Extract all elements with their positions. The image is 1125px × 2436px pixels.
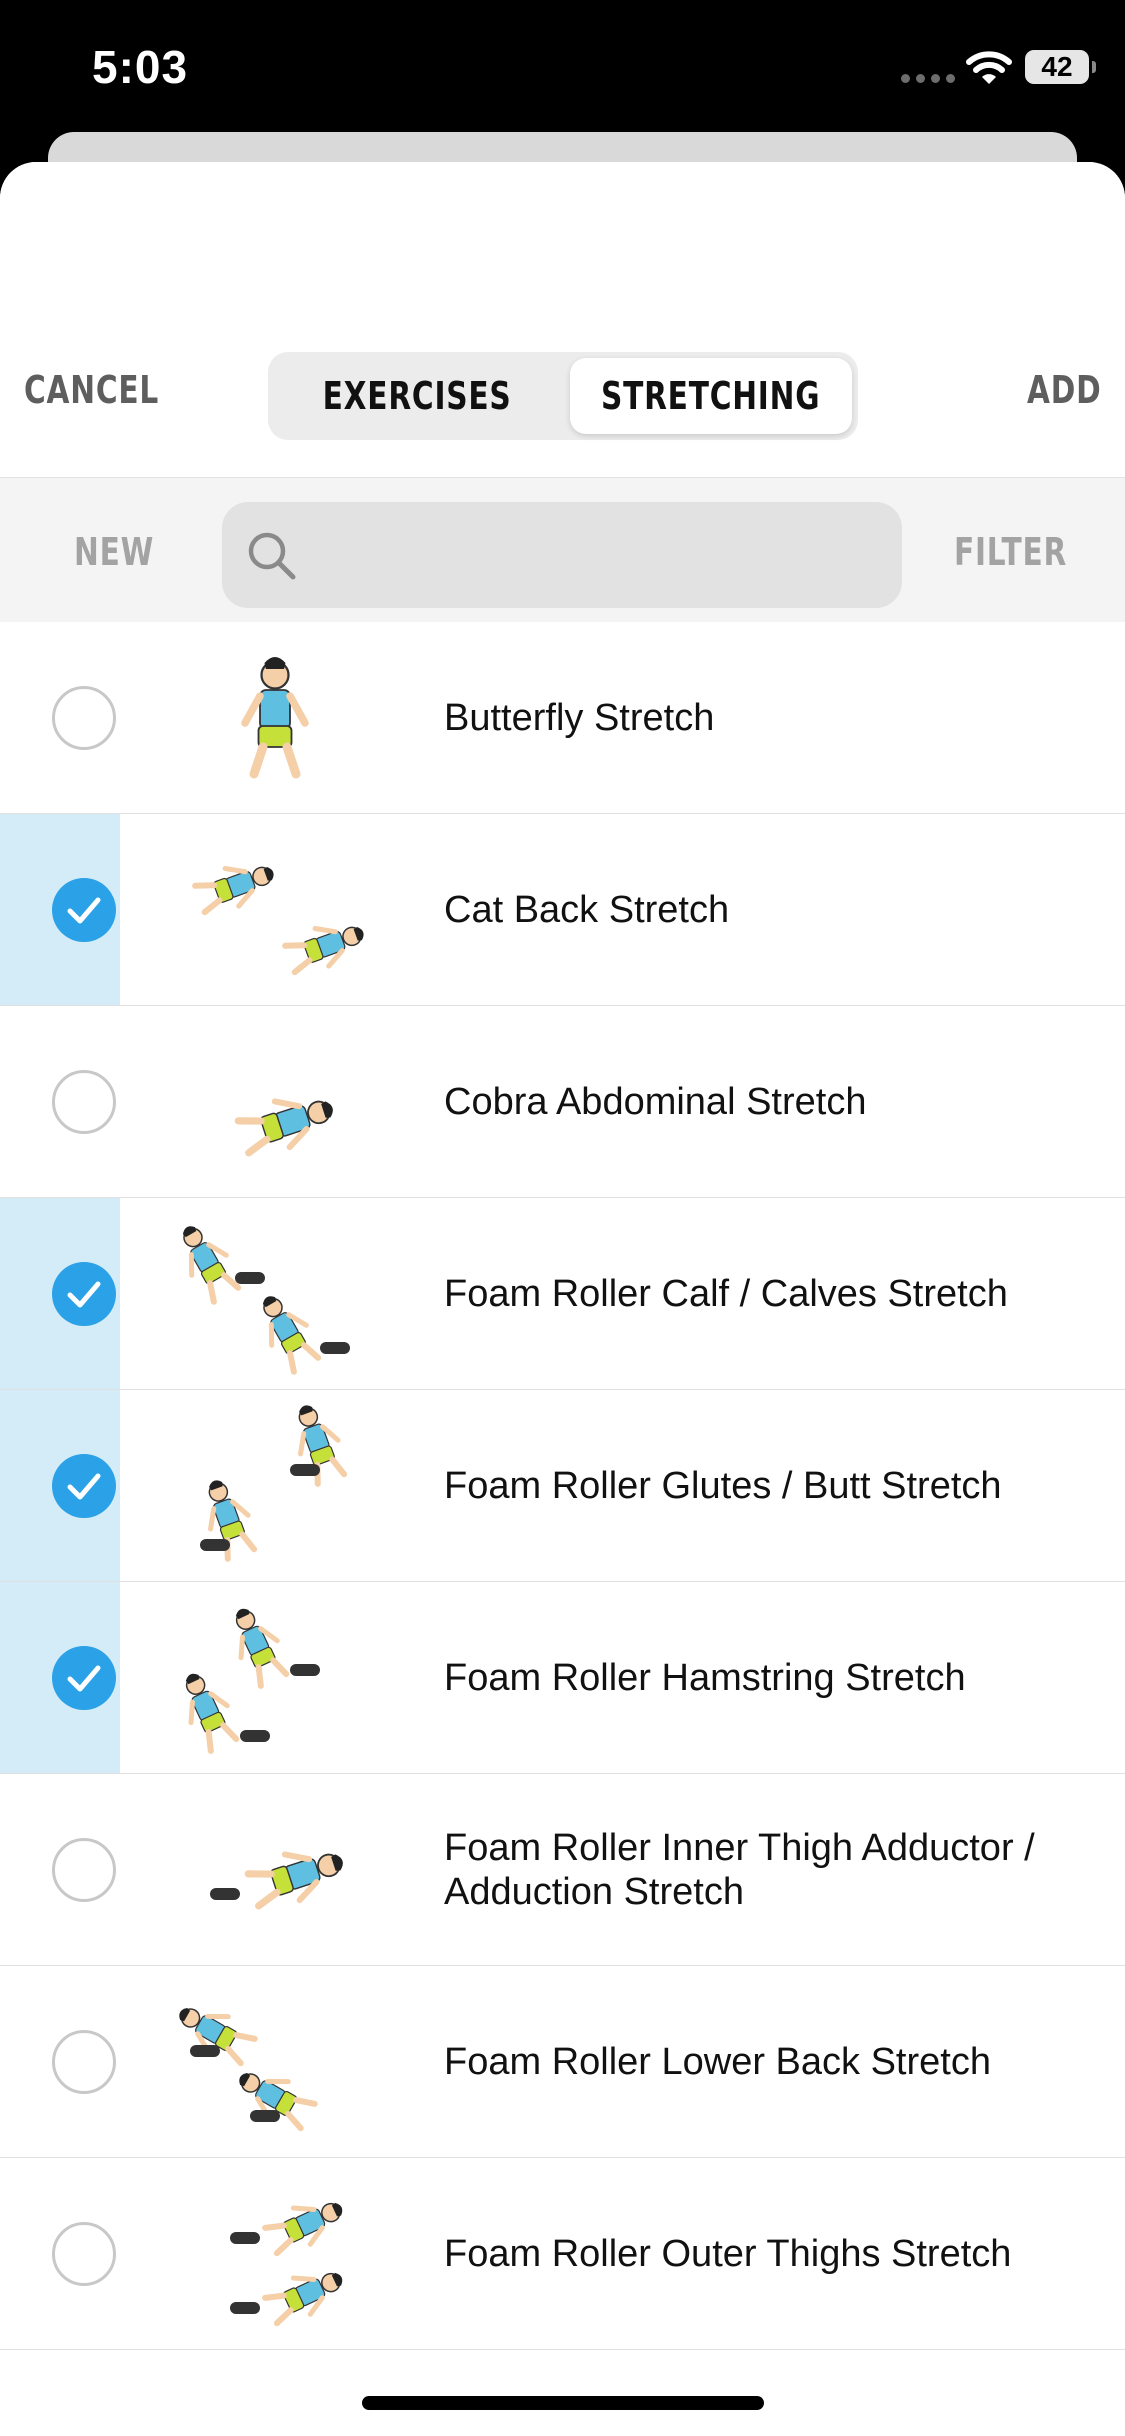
exercise-picker-sheet: CANCEL EXERCISES STRETCHING ADD NEW FILT…	[0, 162, 1125, 2436]
search-field[interactable]	[222, 502, 902, 608]
status-icons: 42	[865, 48, 1125, 92]
exercise-name: Foam Roller Inner Thigh Adductor / Adduc…	[444, 1827, 1035, 1913]
exercise-illustration	[210, 1851, 343, 1910]
exercise-illustration	[192, 866, 364, 976]
list-item[interactable]: Foam Roller Calf / Calves Stretch	[0, 1198, 1125, 1390]
add-button[interactable]: ADD	[1027, 368, 1101, 412]
checkbox-checked[interactable]	[52, 1262, 116, 1326]
list-item[interactable]: Foam Roller Glutes / Butt Stretch	[0, 1390, 1125, 1582]
status-time: 5:03	[92, 41, 189, 93]
list-item[interactable]: Foam Roller Outer Thighs Stretch	[0, 2158, 1125, 2350]
checkbox-unchecked[interactable]	[52, 2030, 116, 2094]
exercise-illustration	[179, 2007, 318, 2132]
status-bar: 5:03 42	[0, 0, 1125, 140]
exercise-name: Butterfly Stretch	[444, 697, 715, 739]
exercise-name: Foam Roller Outer Thighs Stretch	[444, 2233, 1012, 2275]
exercise-illustration	[230, 2202, 343, 2327]
sheet-header: CANCEL EXERCISES STRETCHING ADD	[0, 162, 1125, 478]
checkmark-icon	[67, 897, 101, 924]
checkbox-unchecked[interactable]	[52, 2222, 116, 2286]
exercise-name: Foam Roller Lower Back Stretch	[444, 2041, 991, 2083]
list-item[interactable]: Foam Roller Hamstring Stretch	[0, 1582, 1125, 1774]
list-item[interactable]: Foam Roller Inner Thigh Adductor / Adduc…	[0, 1774, 1125, 1966]
tab-stretching[interactable]: STRETCHING	[570, 358, 852, 434]
segmented-control: EXERCISES STRETCHING	[268, 352, 858, 440]
exercise-name: Foam Roller Hamstring Stretch	[444, 1657, 966, 1699]
exercise-name: Foam Roller Calf / Calves Stretch	[444, 1273, 1008, 1315]
checkbox-unchecked[interactable]	[52, 1070, 116, 1134]
exercise-illustration	[185, 1608, 320, 1754]
exercise-name: Foam Roller Glutes / Butt Stretch	[444, 1465, 1002, 1507]
list-item[interactable]: Butterfly Stretch	[0, 622, 1125, 814]
new-button[interactable]: NEW	[74, 530, 154, 574]
wifi-icon	[966, 51, 1012, 84]
exercise-name: Cat Back Stretch	[444, 889, 730, 931]
search-bar: NEW FILTER	[0, 478, 1125, 622]
stretch-list: Butterfly Stretch Cat Back Stretch Cobra A…	[0, 622, 1125, 2350]
exercise-illustration	[234, 1098, 333, 1157]
filter-button[interactable]: FILTER	[954, 530, 1067, 574]
checkbox-checked[interactable]	[52, 1646, 116, 1710]
list-item[interactable]: Cobra Abdominal Stretch	[0, 1006, 1125, 1198]
cancel-button[interactable]: CANCEL	[24, 368, 159, 412]
tab-exercises[interactable]: EXERCISES	[274, 358, 560, 434]
checkbox-checked[interactable]	[52, 1454, 116, 1518]
checkbox-unchecked[interactable]	[52, 1838, 116, 1902]
list-item[interactable]: Cat Back Stretch	[0, 814, 1125, 1006]
list-item[interactable]: Foam Roller Lower Back Stretch	[0, 1966, 1125, 2158]
exercise-illustration	[182, 1226, 350, 1375]
search-icon	[248, 532, 296, 580]
signal-icon	[901, 74, 957, 84]
checkmark-icon	[67, 1665, 101, 1692]
checkmark-icon	[67, 1473, 101, 1500]
checkbox-checked[interactable]	[52, 878, 116, 942]
exercise-illustration	[200, 1405, 348, 1562]
home-indicator	[362, 2396, 764, 2410]
checkbox-unchecked[interactable]	[52, 686, 116, 750]
search-input[interactable]	[312, 502, 882, 608]
battery-icon: 42	[1025, 50, 1096, 84]
exercise-name: Cobra Abdominal Stretch	[444, 1081, 867, 1123]
checkmark-icon	[67, 1281, 101, 1308]
exercise-illustration	[241, 657, 309, 779]
